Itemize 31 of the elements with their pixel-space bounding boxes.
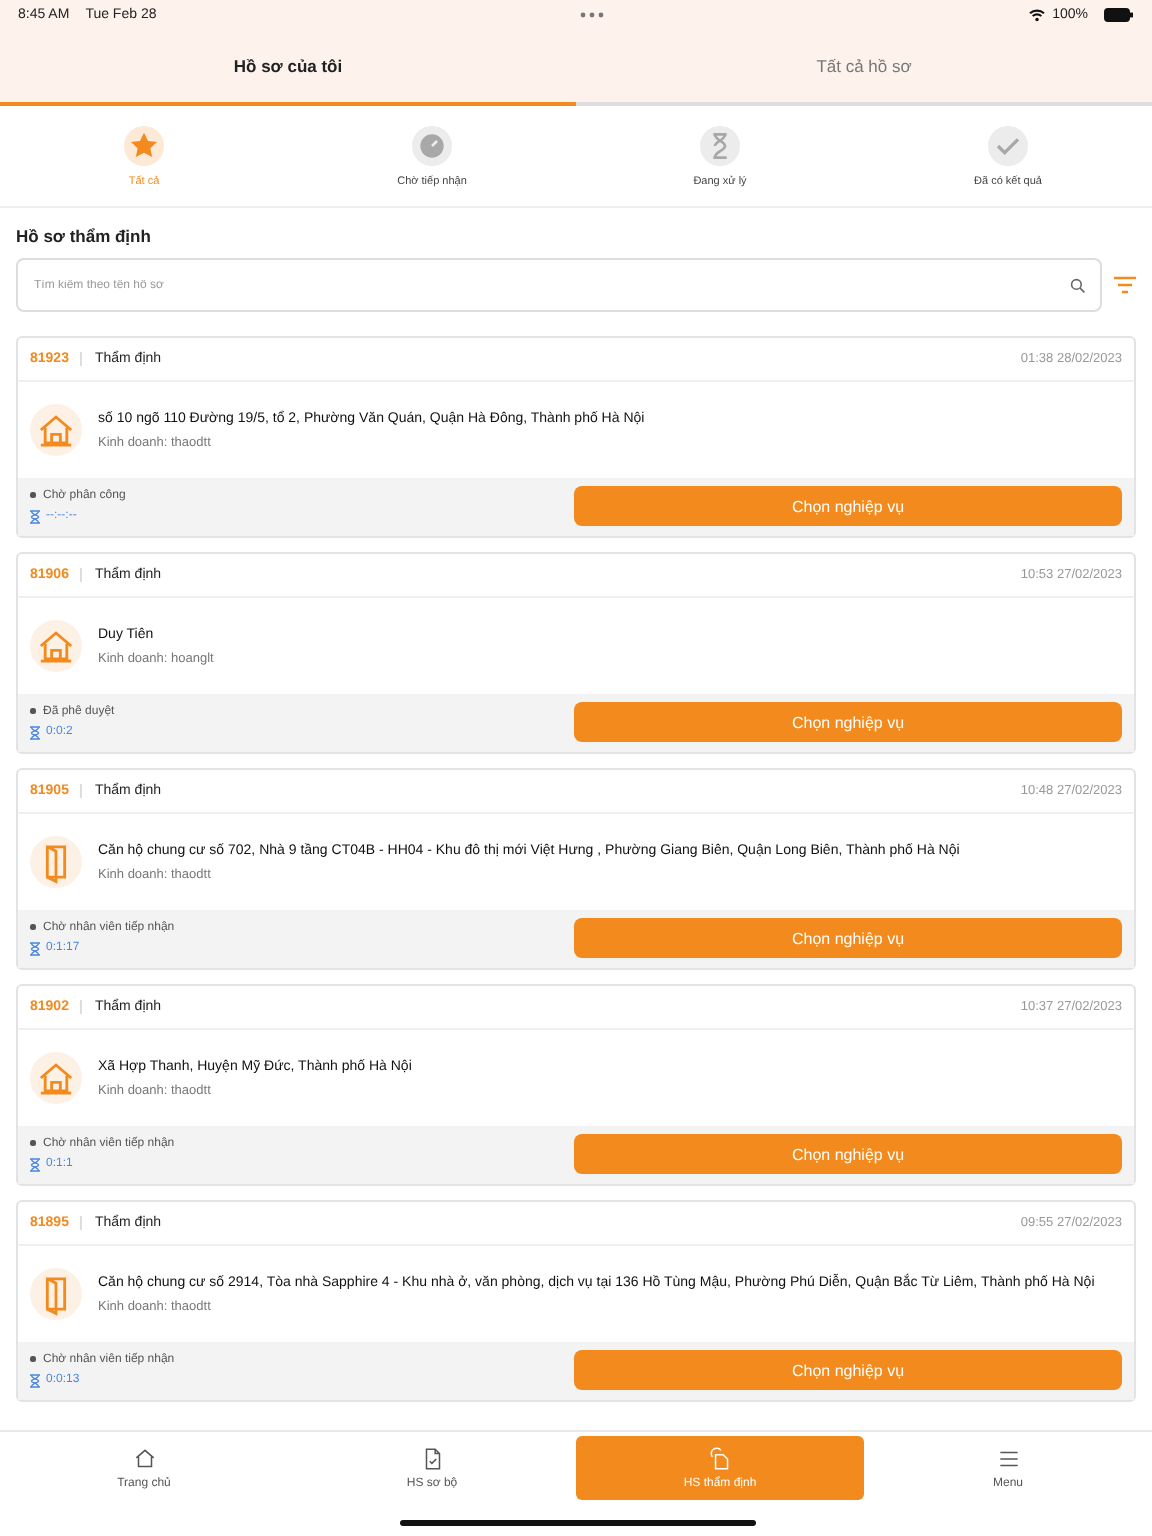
record-card[interactable] <box>16 1200 1136 1402</box>
bullet-icon <box>30 924 35 930</box>
hourglass-icon <box>30 509 40 523</box>
document-icon <box>707 1446 733 1472</box>
hourglass-icon <box>30 725 40 739</box>
tab[interactable]: Hồ sơ của tôi <box>0 30 576 106</box>
tab[interactable]: Tất cả hồ sơ <box>576 30 1152 106</box>
bullet-icon <box>30 1356 35 1362</box>
menu-icon <box>995 1446 1021 1472</box>
record-card[interactable] <box>16 768 1136 970</box>
hourglass-icon <box>700 125 740 165</box>
home-icon <box>131 1446 157 1472</box>
bullet-icon <box>30 492 35 498</box>
search-icon <box>1070 277 1086 293</box>
filter-icon[interactable] <box>1114 276 1136 294</box>
clock-icon <box>412 125 452 165</box>
bullet-icon <box>30 708 35 714</box>
battery-icon <box>1104 8 1135 22</box>
section-title: Hồ sơ thẩm định <box>16 226 153 246</box>
house-icon <box>30 620 82 672</box>
door-icon <box>30 836 82 888</box>
door-icon <box>30 1268 82 1320</box>
hourglass-icon <box>30 1373 40 1387</box>
house-icon <box>30 404 82 456</box>
house-icon <box>30 1052 82 1104</box>
check-icon <box>988 125 1028 165</box>
bullet-icon <box>30 1140 35 1146</box>
hourglass-icon <box>30 941 40 955</box>
more-dots-icon <box>580 12 605 18</box>
hourglass-icon <box>30 1157 40 1171</box>
wifi-icon <box>1028 8 1047 22</box>
